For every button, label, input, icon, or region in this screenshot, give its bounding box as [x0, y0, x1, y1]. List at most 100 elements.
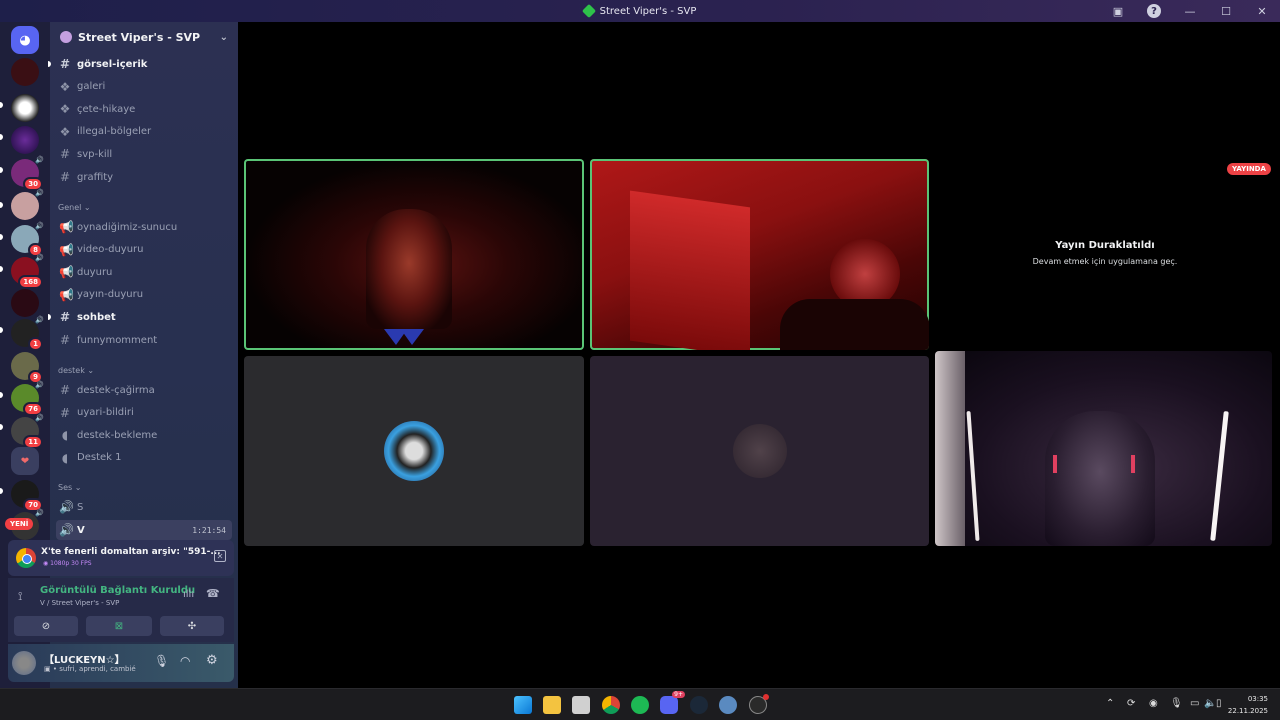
gear-icon[interactable]: ⚙: [206, 653, 218, 668]
username[interactable]: 【LUCKEYN☆】: [44, 651, 125, 666]
new-unreads-pill[interactable]: YENİ: [5, 518, 34, 530]
stream-paused-title: Yayın Duraklatıldı: [1055, 240, 1155, 251]
voice-tile[interactable]: [590, 356, 929, 546]
app-icon[interactable]: [749, 694, 769, 714]
server-icon[interactable]: [11, 58, 39, 86]
screen-share-button[interactable]: ⊠: [86, 616, 152, 636]
channel-item[interactable]: 📢 video-duyuru: [56, 240, 232, 260]
server-icon[interactable]: 70: [11, 480, 43, 512]
connection-signal-icon[interactable]: ⟟: [18, 589, 22, 604]
channel-item[interactable]: ❖ galeri: [56, 77, 232, 97]
file-explorer-icon[interactable]: [543, 696, 561, 714]
category-header[interactable]: Ses ⌄: [58, 483, 81, 492]
live-badge: YAYINDA: [1227, 163, 1271, 175]
server-icon[interactable]: 🔊 30: [11, 156, 44, 191]
channel-item[interactable]: # sohbet: [56, 307, 232, 327]
channel-label: illegal-bölgeler: [77, 126, 152, 138]
channel-label: funnymomment: [77, 334, 158, 346]
connection-channel[interactable]: V / Street Viper's - SVP: [40, 599, 119, 607]
battery-icon[interactable]: ▯: [1216, 698, 1222, 709]
channel-item[interactable]: # funnymomment: [56, 330, 232, 350]
server-header[interactable]: Street Viper's - SVP ⌄: [50, 22, 238, 52]
video-tile[interactable]: [244, 159, 584, 350]
store-icon[interactable]: [572, 696, 590, 714]
server-icon[interactable]: 🔊 11: [11, 414, 44, 449]
maximize-button[interactable]: ☐: [1208, 0, 1244, 22]
text-channel-icon: #: [59, 405, 71, 420]
close-button[interactable]: ✕: [1244, 0, 1280, 22]
channel-item[interactable]: 📢 yayın-duyuru: [56, 285, 232, 305]
channel-label: destek-çağirma: [77, 384, 155, 396]
steam-icon[interactable]: [690, 696, 708, 714]
title-bar: Street Viper's - SVP ▣ ? — ☐ ✕: [0, 0, 1280, 22]
category-header[interactable]: destek ⌄: [58, 366, 94, 375]
discord-icon[interactable]: 9+: [660, 691, 685, 714]
avatar[interactable]: [12, 651, 36, 675]
server-icon[interactable]: [11, 126, 39, 154]
channel-label: destek-bekleme: [77, 429, 158, 441]
channel-item[interactable]: # uyari-bildiri: [56, 403, 232, 423]
stop-stream-icon[interactable]: ✕: [214, 550, 226, 562]
channel-item[interactable]: ◖ destek-bekleme: [56, 425, 232, 445]
channel-item[interactable]: # svp-kill: [56, 144, 232, 164]
discord-home-icon[interactable]: ◕: [11, 26, 39, 54]
activities-button[interactable]: ✣: [160, 616, 224, 636]
sync-icon[interactable]: ⟳: [1127, 698, 1135, 709]
minimize-button[interactable]: —: [1172, 0, 1208, 22]
clock[interactable]: 03:35 22.11.2025: [1228, 693, 1268, 717]
server-icon[interactable]: [11, 94, 39, 122]
channel-item[interactable]: # destek-çağirma: [56, 380, 232, 400]
app-icon[interactable]: [719, 696, 737, 714]
voice-icon: 🔊: [59, 500, 74, 514]
screen-share-icon: ⊠: [114, 620, 124, 632]
channel-item[interactable]: # görsel-içerik: [56, 54, 232, 74]
server-folder-icon[interactable]: ❤: [11, 447, 39, 475]
noise-suppression-icon[interactable]: ıllı: [183, 589, 194, 600]
channel-item[interactable]: ◖ Destek 1: [56, 448, 232, 468]
participant-figure: [366, 209, 452, 329]
chevron-down-icon: ⌄: [219, 31, 228, 43]
channel-item[interactable]: 📢 oynadiğimiz-sunucu: [56, 217, 232, 237]
headset-light: [1053, 455, 1057, 473]
chevron-up-icon[interactable]: ⌃: [1106, 698, 1114, 709]
server-icon[interactable]: 9: [11, 352, 43, 384]
server-icon[interactable]: 🔊 168: [11, 254, 44, 289]
volume-icon[interactable]: 🔈: [1204, 698, 1216, 709]
server-icon[interactable]: 🔊 1: [11, 316, 44, 351]
voice-locked-icon: ◖: [61, 428, 69, 443]
steam-tray-icon[interactable]: ◉: [1149, 698, 1158, 709]
display-icon[interactable]: ▭: [1190, 698, 1199, 709]
voice-tile[interactable]: [244, 356, 584, 546]
category-header[interactable]: Genel ⌄: [58, 203, 91, 212]
channel-item[interactable]: ❖ çete-hikaye: [56, 99, 232, 119]
channel-item[interactable]: ❖ illegal-bölgeler: [56, 122, 232, 142]
voice-channel-s[interactable]: 🔊 S: [56, 497, 232, 517]
spotify-icon[interactable]: [631, 696, 649, 714]
server-icon[interactable]: [11, 289, 39, 317]
camera-toggle-button[interactable]: ⊘: [14, 616, 78, 636]
server-icon[interactable]: 🔊 76: [11, 381, 44, 416]
server-icon[interactable]: 🔊: [11, 189, 44, 220]
stream-activity-card[interactable]: X'te fenerli domaltan arşiv: "591-... ◉ …: [8, 540, 234, 576]
disconnect-icon[interactable]: ☎: [206, 587, 220, 600]
voice-channel-v[interactable]: 🔊 V 1:21:54: [56, 520, 232, 540]
channel-item[interactable]: # graffity: [56, 167, 232, 187]
help-icon[interactable]: ?: [1136, 0, 1172, 22]
video-tile[interactable]: [590, 159, 929, 350]
chrome-icon[interactable]: [602, 696, 620, 714]
microphone-icon[interactable]: 🎙: [1170, 698, 1183, 709]
furniture: [630, 190, 750, 350]
inbox-icon[interactable]: ▣: [1100, 0, 1136, 22]
stream-tile[interactable]: [935, 159, 1280, 350]
channel-label: uyari-bildiri: [77, 407, 134, 419]
microphone-icon[interactable]: 🎙: [154, 654, 169, 668]
custom-status: ▣ • sufri, aprendi, cambié: [44, 665, 136, 673]
avatar: [384, 421, 444, 481]
channel-item[interactable]: 📢 duyuru: [56, 262, 232, 282]
video-tile[interactable]: [935, 351, 1272, 546]
server-icon[interactable]: 🔊 8: [11, 222, 44, 257]
windows-start-icon[interactable]: [514, 696, 532, 714]
channel-label: galeri: [77, 81, 106, 93]
channel-label: çete-hikaye: [77, 103, 136, 115]
headphones-icon[interactable]: ◠: [180, 654, 190, 668]
